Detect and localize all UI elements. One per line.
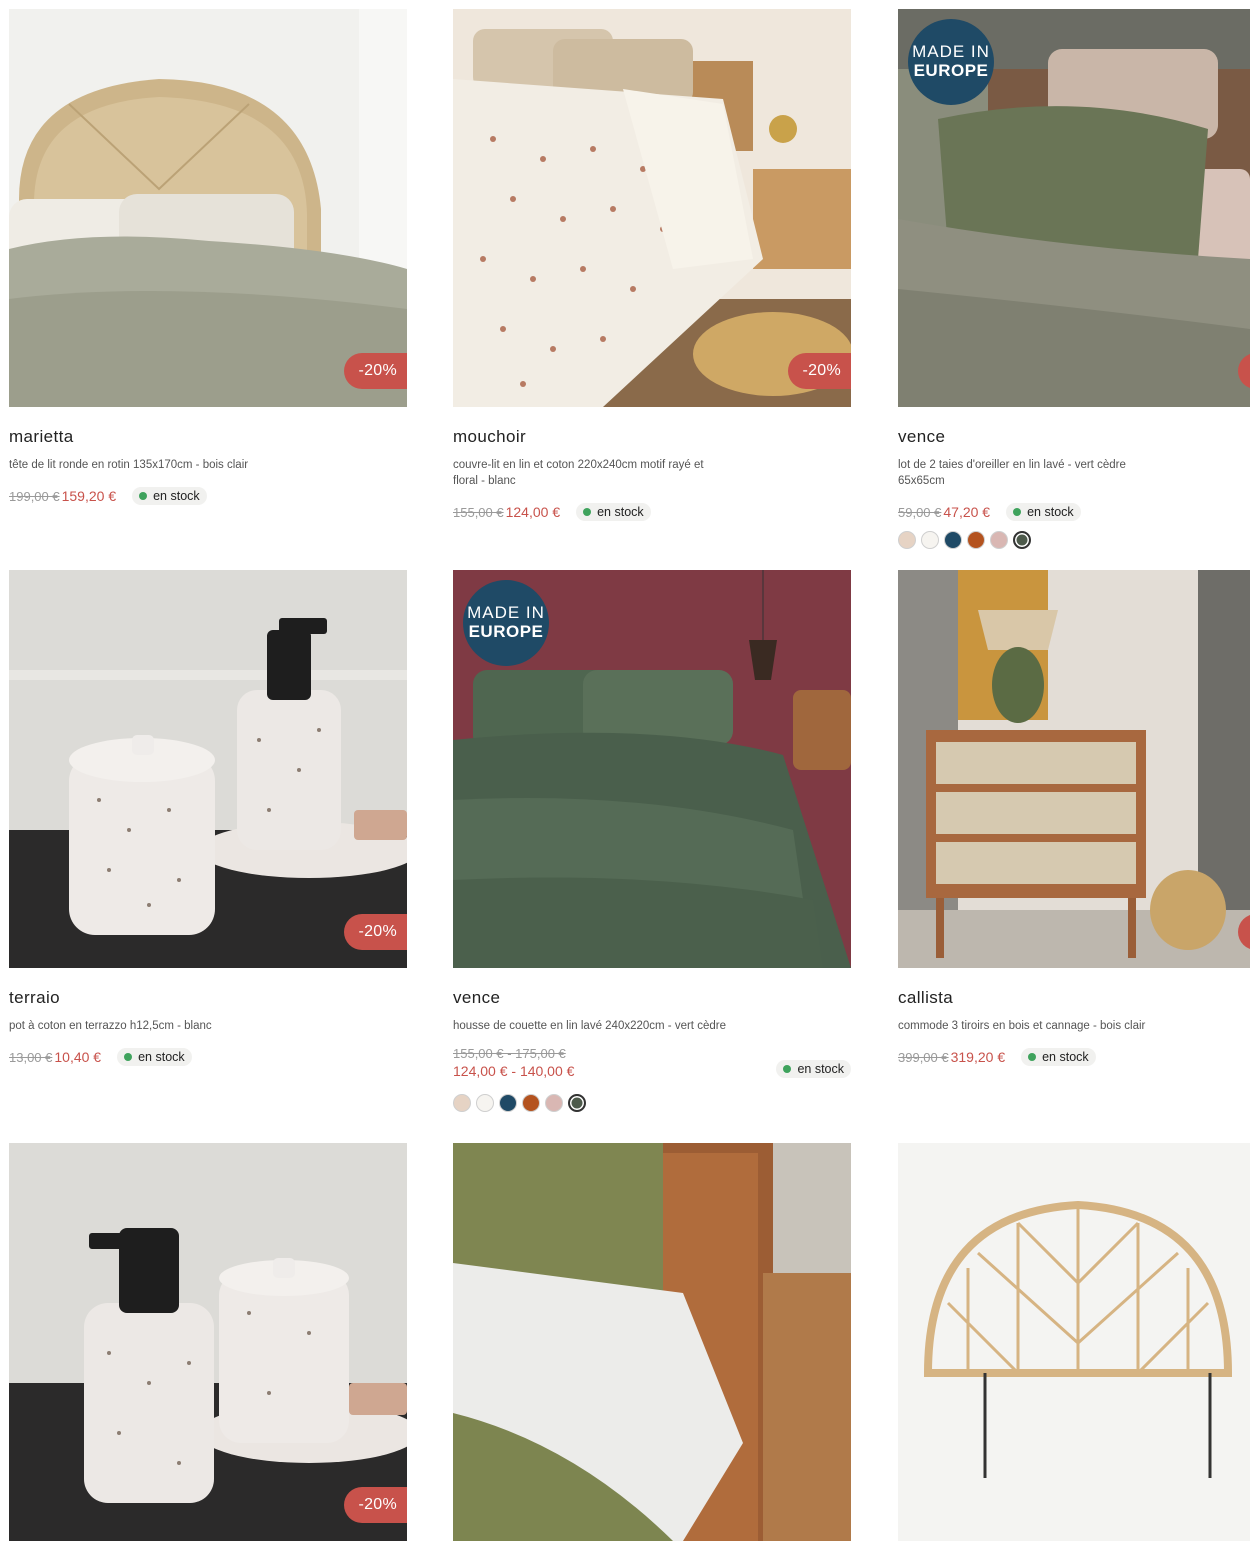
product-card-linen-bedding[interactable]: [453, 1143, 851, 1541]
rattan-headboard-cutout-image: [898, 1143, 1250, 1541]
badge-line-1: MADE IN: [912, 42, 990, 61]
product-card-terraio-dispenser[interactable]: -20%: [9, 1143, 407, 1541]
color-swatch[interactable]: [921, 531, 939, 549]
old-price: 59,00 €: [898, 504, 942, 520]
made-in-europe-badge: MADE IN EUROPE: [463, 580, 549, 666]
color-swatch[interactable]: [499, 1094, 517, 1112]
product-description: commode 3 tiroirs en bois et cannage - b…: [898, 1020, 1146, 1032]
product-name[interactable]: vence: [453, 988, 851, 1008]
color-swatch[interactable]: [967, 531, 985, 549]
discount-badge: -20%: [344, 353, 407, 389]
terrazzo-pot-image: [9, 570, 407, 968]
price-line: 155,00 € 124,00 € en stock: [453, 501, 851, 523]
color-swatches: [453, 1094, 851, 1112]
old-price: 13,00 €: [9, 1049, 53, 1065]
product-image-terraio-pot[interactable]: -20%: [9, 570, 407, 968]
product-image-vence-pillowcases[interactable]: MADE IN EUROPE: [898, 9, 1250, 407]
stock-label: en stock: [1027, 505, 1074, 519]
sale-price: 124,00 €: [505, 504, 561, 520]
stock-label: en stock: [797, 1062, 844, 1076]
rattan-dresser-image: [898, 570, 1250, 968]
product-image-rattan-headboard[interactable]: [898, 1143, 1250, 1541]
price-line: 13,00 € 10,40 € en stock: [9, 1046, 407, 1068]
badge-line-2: EUROPE: [468, 622, 544, 641]
price-line: 59,00 € 47,20 € en stock: [898, 501, 1250, 523]
product-description: lot de 2 taies d'oreiller en lin lavé - …: [898, 459, 1126, 487]
price-range: 155,00 € - 175,00 € 124,00 € - 140,00 € …: [453, 1046, 851, 1082]
made-in-europe-badge: MADE IN EUROPE: [908, 19, 994, 105]
discount-badge: -20%: [788, 353, 851, 389]
product-card-rattan-headboard[interactable]: [898, 1143, 1250, 1541]
stock-label: en stock: [597, 505, 644, 519]
product-description: tête de lit ronde en rotin 135x170cm - b…: [9, 459, 249, 471]
discount-badge: -20%: [344, 914, 407, 950]
product-image-callista[interactable]: [898, 570, 1250, 968]
old-price-range: 155,00 € - 175,00 €: [453, 1046, 566, 1061]
stock-label: en stock: [153, 489, 200, 503]
stock-label: en stock: [1042, 1050, 1089, 1064]
stock-label: en stock: [138, 1050, 185, 1064]
product-image-mouchoir[interactable]: -20%: [453, 9, 851, 407]
badge-line-2: EUROPE: [913, 61, 989, 80]
stock-badge: en stock: [117, 1048, 192, 1066]
color-swatch-selected[interactable]: [568, 1094, 586, 1112]
product-description: housse de couette en lin lavé 240x220cm …: [453, 1020, 726, 1032]
in-stock-dot-icon: [1013, 508, 1022, 516]
bed-rattan-headboard-image: [9, 9, 407, 407]
old-price: 199,00 €: [9, 488, 60, 504]
product-name[interactable]: callista: [898, 988, 1250, 1008]
product-card-terraio-pot[interactable]: -20% terraio pot à coton en terrazzo h12…: [9, 570, 407, 1068]
color-swatches: [898, 531, 1250, 549]
stock-badge: en stock: [576, 503, 651, 521]
product-card-mouchoir[interactable]: -20% mouchoir couvre-lit en lin et coton…: [453, 9, 851, 523]
old-price: 399,00 €: [898, 1049, 949, 1065]
sale-price: 47,20 €: [943, 504, 991, 520]
product-description: couvre-lit en lin et coton 220x240cm mot…: [453, 459, 704, 487]
color-swatch[interactable]: [476, 1094, 494, 1112]
product-image-marietta[interactable]: -20%: [9, 9, 407, 407]
product-name[interactable]: marietta: [9, 427, 407, 447]
color-swatch-selected[interactable]: [1013, 531, 1031, 549]
sale-price: 319,20 €: [950, 1049, 1006, 1065]
product-name[interactable]: vence: [898, 427, 1250, 447]
product-image-terraio-dispenser[interactable]: -20%: [9, 1143, 407, 1541]
old-price: 155,00 €: [453, 504, 504, 520]
terrazzo-soap-dispenser-image: [9, 1143, 407, 1541]
in-stock-dot-icon: [139, 492, 148, 500]
price-line: 199,00 € 159,20 € en stock: [9, 485, 407, 507]
product-name[interactable]: terraio: [9, 988, 407, 1008]
in-stock-dot-icon: [783, 1065, 792, 1073]
stock-badge: en stock: [776, 1060, 851, 1078]
sale-price: 10,40 €: [54, 1049, 102, 1065]
color-swatch[interactable]: [453, 1094, 471, 1112]
color-swatch[interactable]: [898, 531, 916, 549]
sale-price: 159,20 €: [61, 488, 117, 504]
product-description: pot à coton en terrazzo h12,5cm - blanc: [9, 1020, 212, 1032]
stock-badge: en stock: [1006, 503, 1081, 521]
product-image-linen-bedding[interactable]: [453, 1143, 851, 1541]
color-swatch[interactable]: [522, 1094, 540, 1112]
color-swatch[interactable]: [990, 531, 1008, 549]
color-swatch[interactable]: [545, 1094, 563, 1112]
in-stock-dot-icon: [1028, 1053, 1037, 1061]
product-card-vence-pillowcases[interactable]: MADE IN EUROPE vence lot de 2 taies d'or…: [898, 9, 1250, 549]
stock-badge: en stock: [1021, 1048, 1096, 1066]
price-line: 399,00 € 319,20 € en stock: [898, 1046, 1250, 1068]
product-name[interactable]: mouchoir: [453, 427, 851, 447]
badge-line-1: MADE IN: [467, 603, 545, 622]
floral-bedspread-image: [453, 9, 851, 407]
discount-badge: -20%: [344, 1487, 407, 1523]
khaki-bedding-image: [453, 1143, 851, 1541]
color-swatch[interactable]: [944, 531, 962, 549]
product-image-vence-duvet[interactable]: MADE IN EUROPE: [453, 570, 851, 968]
in-stock-dot-icon: [124, 1053, 133, 1061]
product-card-callista[interactable]: callista commode 3 tiroirs en bois et ca…: [898, 570, 1250, 1068]
product-card-vence-duvet[interactable]: MADE IN EUROPE vence housse de couette e…: [453, 570, 851, 1112]
stock-badge: en stock: [132, 487, 207, 505]
product-card-marietta[interactable]: -20% marietta tête de lit ronde en rotin…: [9, 9, 407, 507]
in-stock-dot-icon: [583, 508, 592, 516]
